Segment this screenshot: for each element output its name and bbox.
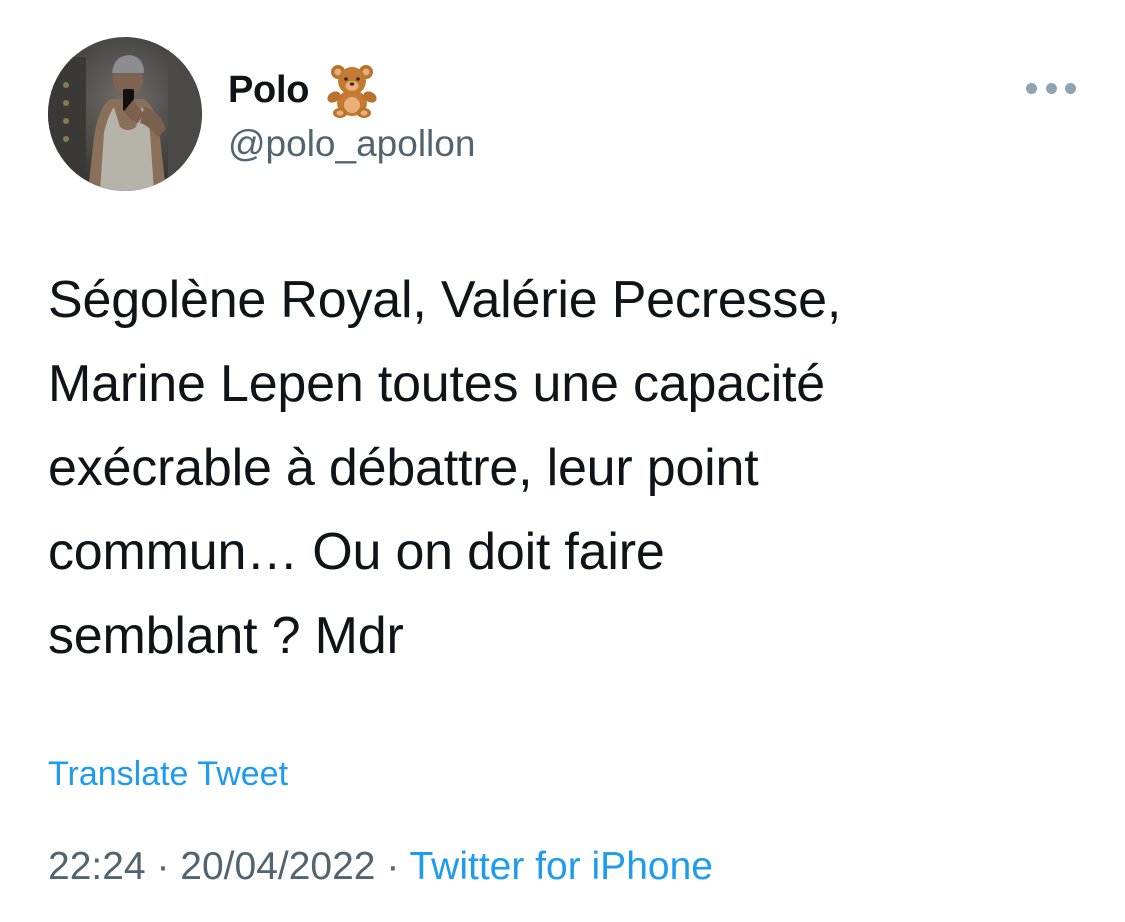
dot — [1065, 82, 1076, 94]
author-name-row[interactable]: Polo — [228, 60, 381, 120]
dot — [1026, 82, 1037, 94]
avatar-photo — [48, 37, 202, 191]
teddy-bear-icon — [323, 61, 381, 119]
avatar[interactable] — [48, 37, 202, 191]
tweet-source-link[interactable]: Twitter for iPhone — [409, 845, 712, 888]
dot — [1045, 82, 1057, 94]
tweet: Polo @polo_apollon Ségolène Royal, Valér… — [0, 0, 1125, 922]
tweet-date[interactable]: 20/04/2022 — [180, 845, 375, 888]
tweet-meta: 22:24 · 20/04/2022 · Twitter for iPhone — [48, 842, 713, 892]
tweet-time[interactable]: 22:24 — [48, 845, 146, 888]
display-name[interactable]: Polo — [228, 71, 309, 109]
tweet-text: Ségolène Royal, Valérie Pecresse, Marine… — [48, 271, 842, 665]
author-handle[interactable]: @polo_apollon — [228, 120, 475, 168]
meta-separator: · — [386, 845, 400, 888]
translate-tweet-link[interactable]: Translate Tweet — [48, 752, 288, 796]
more-options-icon[interactable] — [1026, 70, 1076, 106]
meta-separator: · — [156, 845, 170, 888]
